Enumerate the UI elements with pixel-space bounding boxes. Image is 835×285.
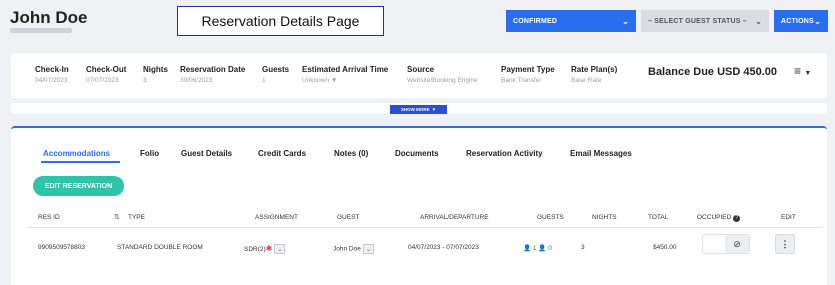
summary-check-in: Check-In 04/07/2023 xyxy=(35,65,69,84)
balance-due: Balance Due USD 450.00 xyxy=(648,66,778,78)
status-value: CONFIRMED xyxy=(513,17,558,25)
summary-value: Base Rate xyxy=(571,77,602,84)
col-assignment: ASSIGNMENT xyxy=(255,214,298,221)
summary-label: Guests xyxy=(262,65,290,74)
summary-label: Payment Type xyxy=(501,65,555,74)
summary-value: Website/Booking Engine xyxy=(407,77,478,84)
active-tab-indicator xyxy=(41,161,120,163)
tab-notes[interactable]: Notes (0) xyxy=(334,149,368,158)
chevron-down-icon: ⌄ xyxy=(814,16,821,26)
tab-credit-cards[interactable]: Credit Cards xyxy=(258,149,306,158)
type-cell: STANDARD DOUBLE ROOM xyxy=(117,244,203,251)
guest-subtitle-placeholder xyxy=(10,28,72,33)
child-icon: 👤 xyxy=(538,245,547,252)
reservation-summary: Check-In 04/07/2023 Check-Out 07/07/2023… xyxy=(11,53,827,98)
children-count: 0 xyxy=(548,245,552,252)
tab-guest-details[interactable]: Guest Details xyxy=(181,149,232,158)
total-cell: $450.00 xyxy=(653,244,677,251)
tab-reservation-activity[interactable]: Reservation Activity xyxy=(466,149,543,158)
summary-source: Source Website/Booking Engine xyxy=(407,65,478,84)
col-type: TYPE xyxy=(128,214,145,221)
res-id-cell: 9909509578803 xyxy=(38,244,85,251)
hamburger-menu-icon[interactable]: ≡ ▼ xyxy=(794,64,811,78)
col-occupied: OCCUPIED ? xyxy=(697,214,741,222)
summary-label: Source xyxy=(407,65,435,74)
summary-label: Nights xyxy=(143,65,168,74)
summary-reservation-date: Reservation Date 30/06/2023 xyxy=(180,65,245,84)
assignment-value: SDR(2) xyxy=(244,246,266,253)
actions-label: ACTIONS xyxy=(781,17,814,25)
arrival-time-dropdown[interactable]: Unknown ▼ xyxy=(302,77,388,84)
col-edit: EDIT xyxy=(781,214,796,221)
tab-email-messages[interactable]: Email Messages xyxy=(570,149,632,158)
summary-value: 1 xyxy=(262,77,266,84)
tab-documents[interactable]: Documents xyxy=(395,149,439,158)
help-icon[interactable]: ? xyxy=(733,215,741,222)
summary-value: 04/07/2023 xyxy=(35,77,68,84)
show-more-label: SHOW MORE xyxy=(400,107,430,112)
page-label: Reservation Details Page xyxy=(177,6,384,36)
edit-reservation-button[interactable]: EDIT RESERVATION xyxy=(33,176,124,196)
summary-guests: Guests 1 xyxy=(262,65,289,84)
guest-dropdown[interactable]: ⌄ xyxy=(362,244,374,254)
summary-label: Reservation Date xyxy=(180,65,246,74)
chevron-down-icon: ▼ xyxy=(330,77,338,84)
guest-cell: John Doe ⌄ xyxy=(333,244,374,254)
col-total: TOTAL xyxy=(648,214,669,221)
summary-value: 3 xyxy=(143,77,147,84)
summary-check-out: Check-Out 07/07/2023 xyxy=(86,65,126,84)
asterisk-icon: ✱ xyxy=(265,244,273,253)
guest-name: John Doe xyxy=(10,8,88,27)
row-options-button[interactable]: ⋮ xyxy=(775,234,795,254)
summary-value: Unknown xyxy=(302,77,330,84)
tab-folio[interactable]: Folio xyxy=(140,149,159,158)
assignment-cell: SDR(2)✱ ⌄ xyxy=(244,244,286,255)
summary-arrival-time: Estimated Arrival Time Unknown ▼ xyxy=(302,65,388,84)
col-guests: GUESTS xyxy=(537,214,564,221)
guest-value: John Doe xyxy=(333,245,361,253)
summary-label: Rate Plan(s) xyxy=(571,65,618,74)
not-occupied-icon[interactable]: ⊘ xyxy=(725,235,749,253)
summary-value: 07/07/2023 xyxy=(86,77,119,84)
tab-accommodations[interactable]: Accommodations xyxy=(43,149,110,158)
col-nights: NIGHTS xyxy=(592,214,617,221)
col-arrival-departure: ARRIVAL/DEPARTURE xyxy=(420,214,489,221)
main-panel: Accommodations Folio Guest Details Credi… xyxy=(11,126,827,285)
col-occupied-label: OCCUPIED xyxy=(697,214,732,221)
caret-down-icon: ▼ xyxy=(431,107,437,112)
summary-nights: Nights 3 xyxy=(143,65,168,84)
col-res-id[interactable]: RES ID xyxy=(38,214,60,221)
summary-value: Bank Transfer xyxy=(501,77,542,84)
guest-status-dropdown[interactable]: – SELECT GUEST STATUS – ⌄ xyxy=(641,10,769,32)
chevron-down-icon: ⌄ xyxy=(755,16,762,26)
adult-icon: 👤 xyxy=(523,245,532,252)
assignment-dropdown[interactable]: ⌄ xyxy=(274,244,286,255)
summary-label: Check-In xyxy=(35,65,69,74)
summary-payment-type: Payment Type Bank Transfer xyxy=(501,65,555,84)
table-header: RES ID ⇅ TYPE ASSIGNMENT GUEST ARRIVAL/D… xyxy=(28,206,823,228)
dates-cell: 04/07/2023 - 07/07/2023 xyxy=(408,244,479,251)
adults-count: 1 xyxy=(532,245,537,252)
summary-rate-plan: Rate Plan(s) Base Rate xyxy=(571,65,617,84)
chevron-down-icon: ⌄ xyxy=(622,16,629,26)
summary-value: 30/06/2023 xyxy=(180,77,213,84)
actions-dropdown[interactable]: ACTIONS ⌄ xyxy=(774,10,828,32)
caret-down-icon: ▼ xyxy=(804,70,812,77)
guest-status-placeholder: – SELECT GUEST STATUS – xyxy=(648,17,747,25)
col-guest: GUEST xyxy=(337,214,360,221)
guests-cell: 👤 1 👤 0 xyxy=(523,244,552,252)
show-more-button[interactable]: SHOW MORE ▼ xyxy=(390,105,447,114)
sort-icon[interactable]: ⇅ xyxy=(114,213,120,221)
status-dropdown[interactable]: CONFIRMED ⌄ xyxy=(506,10,636,32)
summary-label: Estimated Arrival Time xyxy=(302,65,389,74)
summary-label: Check-Out xyxy=(86,65,127,74)
nights-cell: 3 xyxy=(581,244,585,251)
